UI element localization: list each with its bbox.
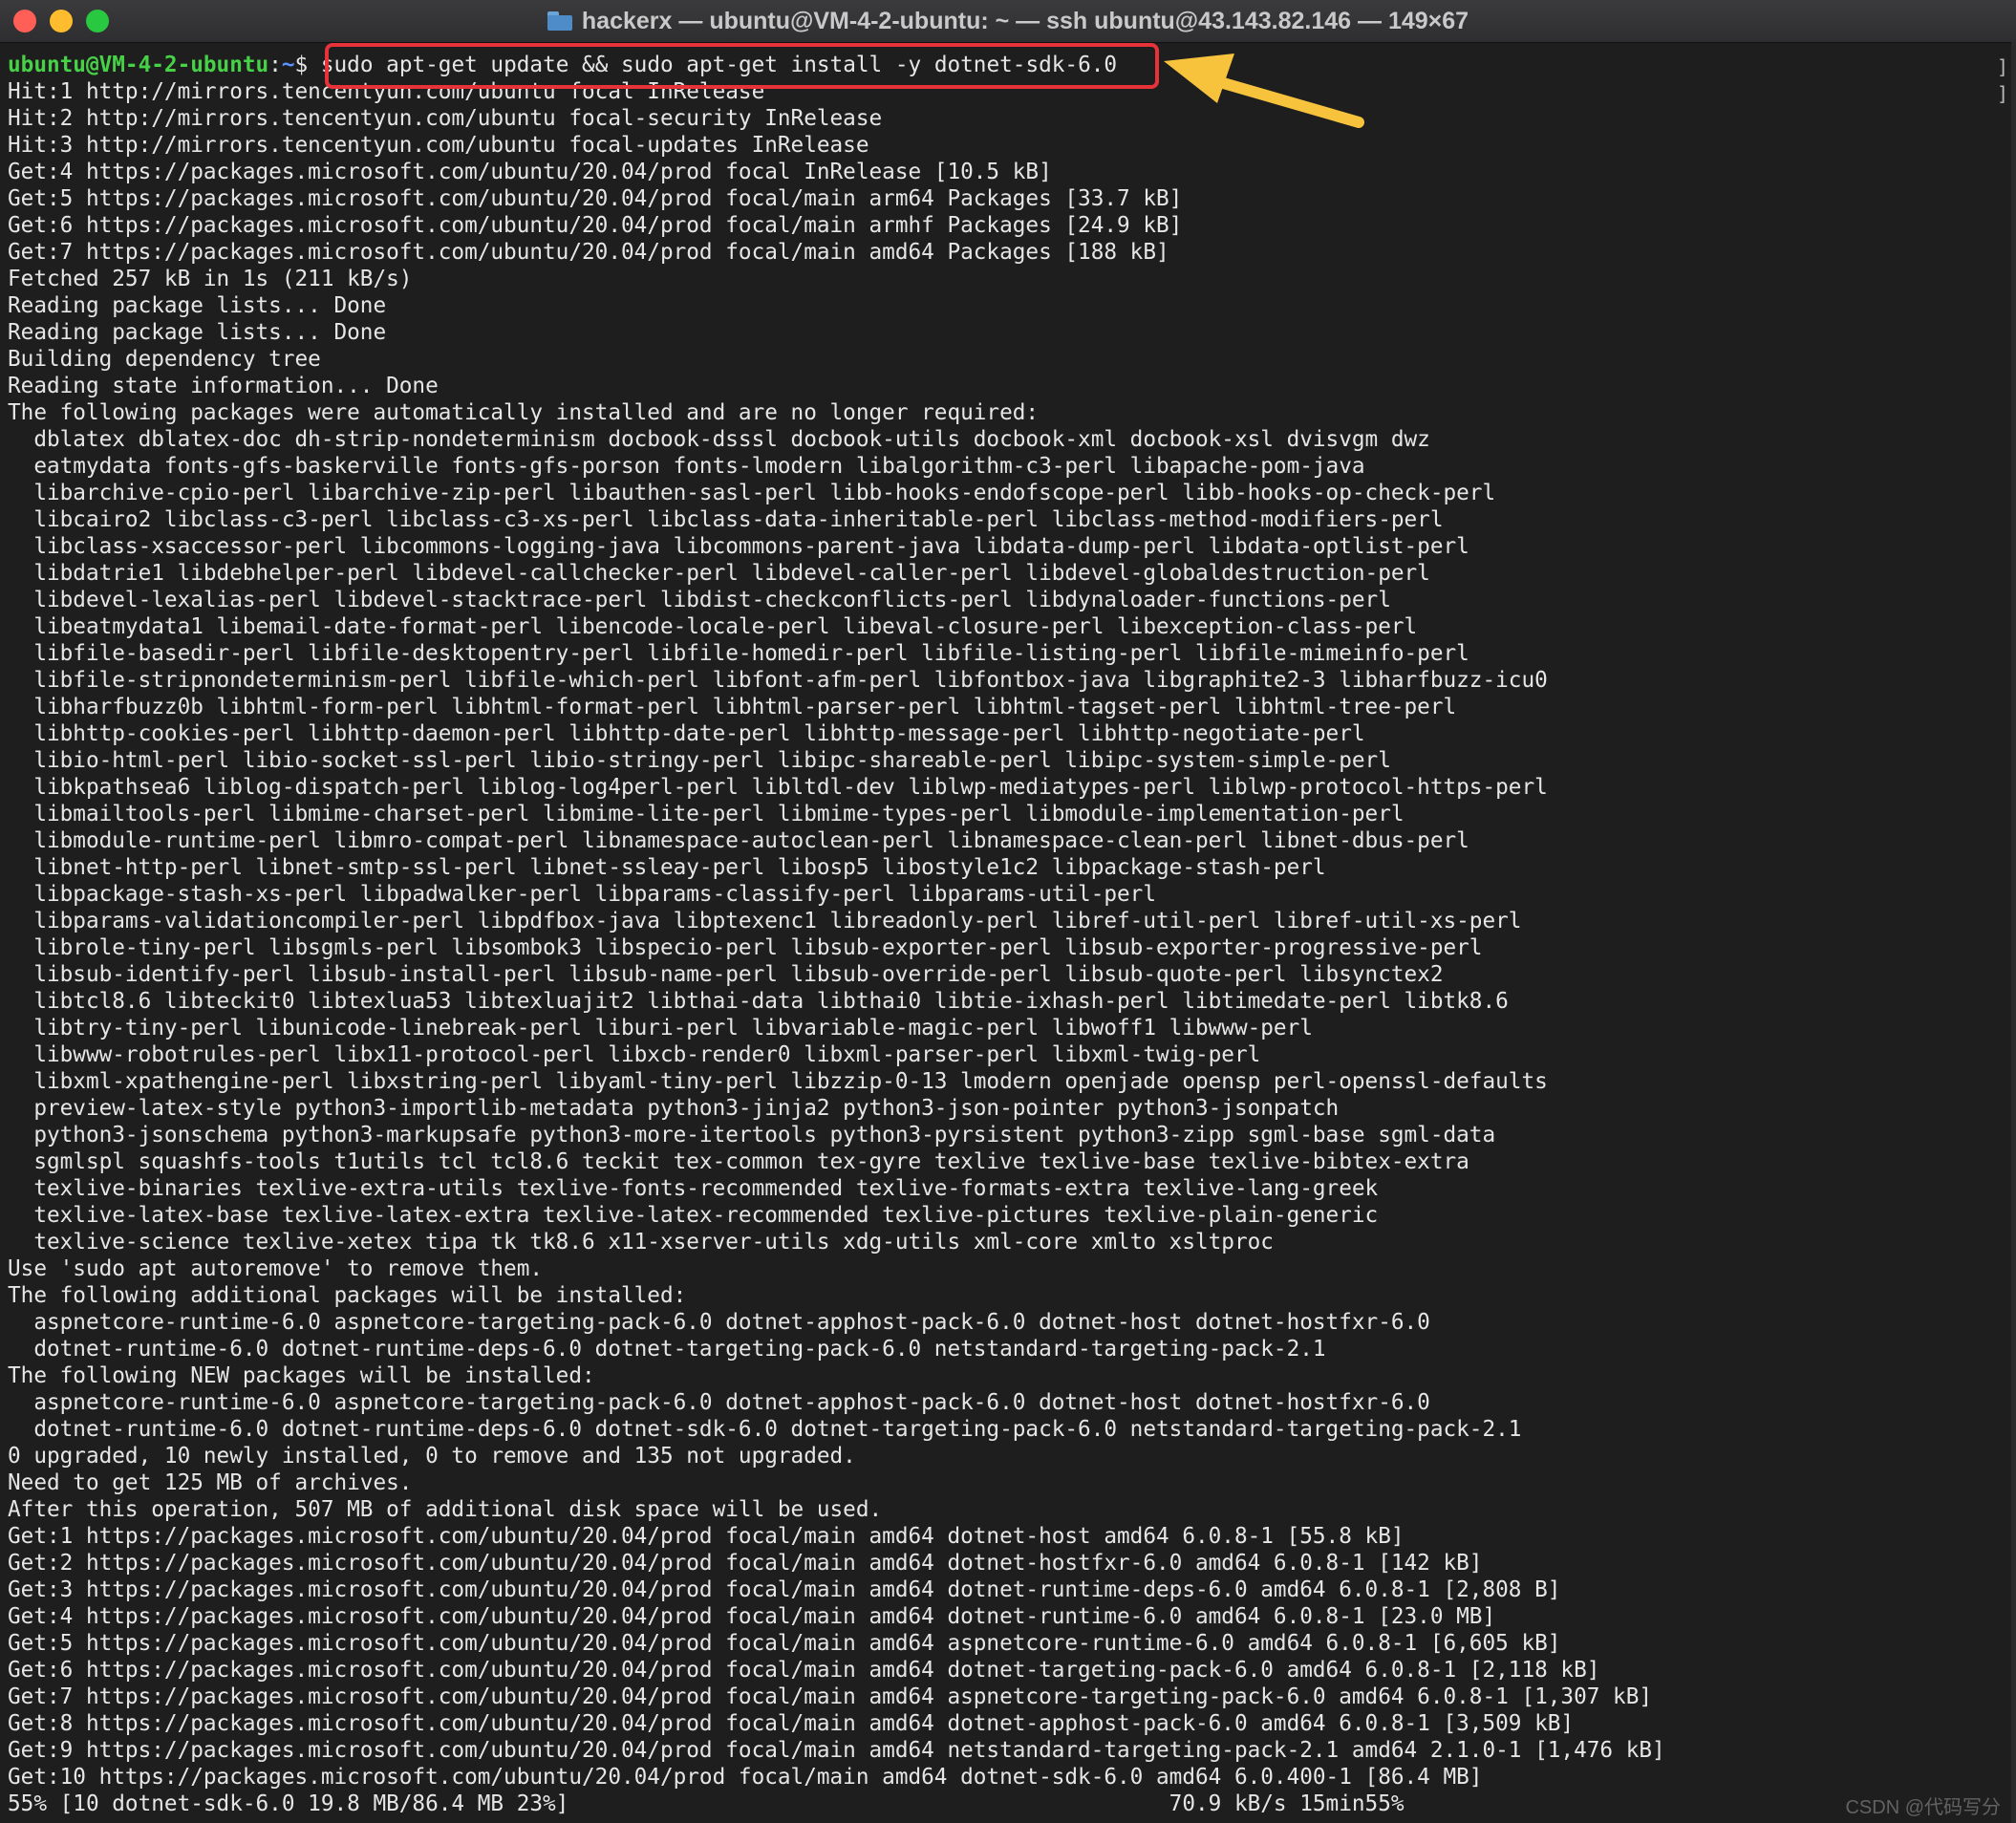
output-line: libpackage-stash-xs-perl libpadwalker-pe… — [8, 882, 1156, 907]
output-line: Fetched 257 kB in 1s (211 kB/s) — [8, 267, 413, 291]
output-line: texlive-latex-base texlive-latex-extra t… — [8, 1203, 1379, 1228]
output-line: Get:1 https://packages.microsoft.com/ubu… — [8, 1524, 1405, 1549]
terminal-screen: ubuntu@VM-4-2-ubuntu:~$ sudo apt-get upd… — [8, 52, 1665, 1817]
output-line: libwww-robotrules-perl libx11-protocol-p… — [8, 1042, 1261, 1067]
output-line: libkpathsea6 liblog-dispatch-perl liblog… — [8, 775, 1548, 800]
folder-icon — [547, 11, 572, 31]
output-line: Get:2 https://packages.microsoft.com/ubu… — [8, 1551, 1483, 1576]
prompt-colon: : — [268, 53, 282, 77]
output-line: libclass-xsaccessor-perl libcommons-logg… — [8, 534, 1469, 559]
output-line: Get:4 https://packages.microsoft.com/ubu… — [8, 1604, 1496, 1629]
output-line: Get:6 https://packages.microsoft.com/ubu… — [8, 1658, 1600, 1683]
output-line: libdatrie1 libdebhelper-perl libdevel-ca… — [8, 561, 1430, 586]
output-line: libparams-validationcompiler-perl libpdf… — [8, 909, 1522, 933]
output-line: Get:3 https://packages.microsoft.com/ubu… — [8, 1577, 1561, 1602]
output-line: Get:7 https://packages.microsoft.com/ubu… — [8, 1684, 1653, 1709]
output-line: Get:9 https://packages.microsoft.com/ubu… — [8, 1738, 1665, 1763]
output-line: libfile-basedir-perl libfile-desktopentr… — [8, 641, 1469, 666]
watermark: CSDN @代码写分 — [1845, 1797, 2001, 1818]
output-line: Get:6 https://packages.microsoft.com/ubu… — [8, 213, 1183, 238]
output-line: Get:5 https://packages.microsoft.com/ubu… — [8, 1631, 1561, 1656]
prompt-symbol: $ — [294, 53, 321, 77]
output-line: 55% [10 dotnet-sdk-6.0 19.8 MB/86.4 MB 2… — [8, 1791, 1405, 1816]
output-line: Hit:3 http://mirrors.tencentyun.com/ubun… — [8, 133, 869, 158]
output-line: python3-jsonschema python3-markupsafe py… — [8, 1123, 1496, 1147]
output-line: The following NEW packages will be insta… — [8, 1363, 595, 1388]
output-line: preview-latex-style python3-importlib-me… — [8, 1096, 1340, 1121]
output-line: Get:7 https://packages.microsoft.com/ubu… — [8, 240, 1169, 265]
output-line: dotnet-runtime-6.0 dotnet-runtime-deps-6… — [8, 1417, 1522, 1442]
output-line: libmodule-runtime-perl libmro-compat-per… — [8, 828, 1469, 853]
terminal-scrollbar[interactable] — [2011, 42, 2016, 1823]
window-title: hackerx — ubuntu@VM-4-2-ubuntu: ~ — ssh … — [581, 7, 1469, 34]
scroll-mark: ] — [1996, 82, 2008, 105]
output-line: aspnetcore-runtime-6.0 aspnetcore-target… — [8, 1310, 1430, 1335]
output-line: After this operation, 507 MB of addition… — [8, 1497, 883, 1522]
output-line: 0 upgraded, 10 newly installed, 0 to rem… — [8, 1444, 856, 1469]
window-title-container: hackerx — ubuntu@VM-4-2-ubuntu: ~ — ssh … — [0, 0, 2016, 42]
terminal-area[interactable]: ubuntu@VM-4-2-ubuntu:~$ sudo apt-get upd… — [0, 42, 2016, 1823]
output-line: libmailtools-perl libmime-charset-perl l… — [8, 802, 1405, 826]
output-line: eatmydata fonts-gfs-baskerville fonts-gf… — [8, 454, 1365, 479]
prompt-user-host: ubuntu@VM-4-2-ubuntu — [8, 53, 269, 77]
output-line: Building dependency tree — [8, 347, 321, 372]
output-line: libtcl8.6 libteckit0 libtexlua53 libtexl… — [8, 989, 1509, 1014]
output-line: Get:10 https://packages.microsoft.com/ub… — [8, 1765, 1483, 1790]
output-line: Reading package lists... Done — [8, 320, 387, 345]
terminal-output: Hit:1 http://mirrors.tencentyun.com/ubun… — [8, 78, 1665, 1817]
scroll-mark: ] — [1996, 55, 2008, 78]
command-highlight-box — [325, 43, 1159, 89]
output-line: dblatex dblatex-doc dh-strip-nondetermin… — [8, 427, 1430, 452]
output-line: texlive-binaries texlive-extra-utils tex… — [8, 1176, 1379, 1201]
output-line: Need to get 125 MB of archives. — [8, 1470, 413, 1495]
output-line: Hit:2 http://mirrors.tencentyun.com/ubun… — [8, 106, 883, 131]
output-line: libsub-identify-perl libsub-install-perl… — [8, 962, 1444, 987]
output-line: texlive-science texlive-xetex tipa tk tk… — [8, 1230, 1274, 1255]
output-line: libio-html-perl libio-socket-ssl-perl li… — [8, 748, 1391, 773]
output-line: libnet-http-perl libnet-smtp-ssl-perl li… — [8, 855, 1326, 880]
output-line: libharfbuzz0b libhtml-form-perl libhtml-… — [8, 695, 1457, 719]
output-line: sgmlspl squashfs-tools t1utils tcl tcl8.… — [8, 1149, 1469, 1174]
output-line: Get:8 https://packages.microsoft.com/ubu… — [8, 1711, 1575, 1736]
output-line: libfile-stripnondeterminism-perl libfile… — [8, 668, 1548, 693]
output-line: libtry-tiny-perl libunicode-linebreak-pe… — [8, 1016, 1313, 1040]
output-line: The following additional packages will b… — [8, 1283, 687, 1308]
output-line: libxml-xpathengine-perl libxstring-perl … — [8, 1069, 1548, 1094]
output-line: libarchive-cpio-perl libarchive-zip-perl… — [8, 481, 1496, 505]
output-line: Reading package lists... Done — [8, 293, 387, 318]
output-line: libhttp-cookies-perl libhttp-daemon-perl… — [8, 721, 1365, 746]
output-line: Use 'sudo apt autoremove' to remove them… — [8, 1256, 544, 1281]
output-line: libeatmydata1 libemail-date-format-perl … — [8, 614, 1418, 639]
window-titlebar[interactable]: hackerx — ubuntu@VM-4-2-ubuntu: ~ — ssh … — [0, 0, 2016, 43]
output-line: Get:5 https://packages.microsoft.com/ubu… — [8, 186, 1183, 211]
annotation-arrow-icon — [1164, 54, 1364, 128]
output-line: libdevel-lexalias-perl libdevel-stacktra… — [8, 588, 1391, 612]
output-line: Get:4 https://packages.microsoft.com/ubu… — [8, 160, 1052, 184]
output-line: Reading state information... Done — [8, 374, 439, 398]
output-line: libcairo2 libclass-c3-perl libclass-c3-x… — [8, 507, 1444, 532]
output-line: aspnetcore-runtime-6.0 aspnetcore-target… — [8, 1390, 1430, 1415]
output-line: The following packages were automaticall… — [8, 400, 1040, 425]
output-line: librole-tiny-perl libsgmls-perl libsombo… — [8, 935, 1483, 960]
prompt-path: ~ — [281, 53, 295, 77]
output-line: dotnet-runtime-6.0 dotnet-runtime-deps-6… — [8, 1337, 1326, 1362]
